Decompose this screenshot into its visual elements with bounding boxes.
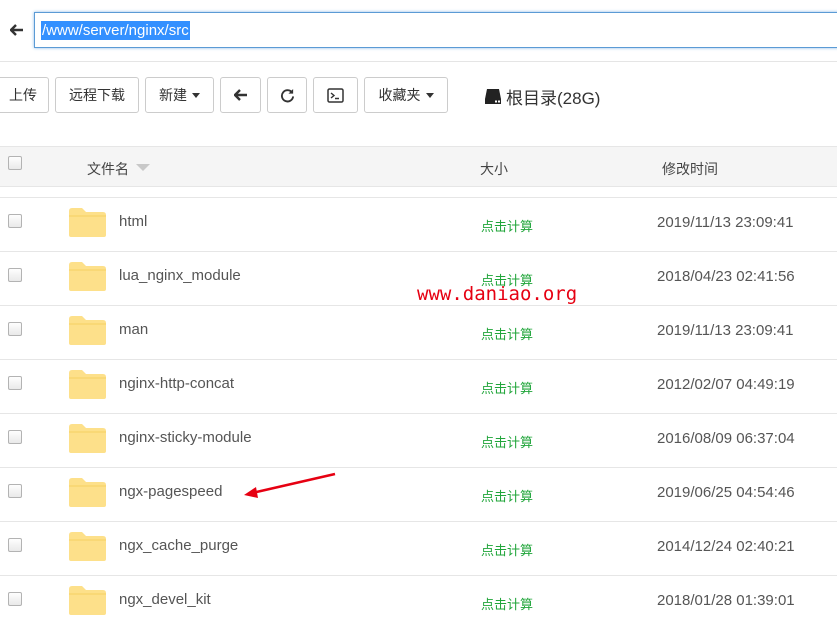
back-button[interactable] [220, 77, 261, 113]
table-row[interactable]: html 点击计算 2019/11/13 23:09:41 [0, 198, 837, 252]
path-back-button[interactable] [0, 12, 33, 48]
table-row[interactable]: nginx-sticky-module 点击计算 2016/08/09 06:37:… [0, 414, 837, 468]
modified-time: 2019/11/13 23:09:41 [657, 214, 794, 231]
row-checkbox[interactable] [8, 538, 22, 552]
path-input[interactable]: /www/server/nginx/src [34, 12, 837, 48]
column-header-size[interactable]: 大小 [480, 159, 508, 179]
calculate-size-link[interactable]: 点击计算 [481, 486, 533, 505]
folder-icon[interactable] [68, 476, 107, 508]
row-checkbox[interactable] [8, 484, 22, 498]
row-checkbox[interactable] [8, 430, 22, 444]
upload-label: 上传 [9, 87, 37, 103]
disk-selector[interactable]: 根目录(28G) [484, 84, 600, 109]
new-dropdown-button[interactable]: 新建 [145, 77, 214, 113]
refresh-button[interactable] [267, 77, 307, 113]
table-row[interactable]: man 点击计算 2019/11/13 23:09:41 [0, 306, 837, 360]
new-label: 新建 [159, 87, 187, 103]
folder-icon[interactable] [68, 422, 107, 454]
folder-icon[interactable] [68, 368, 107, 400]
remote-download-button[interactable]: 远程下载 [55, 77, 139, 113]
calculate-size-link[interactable]: 点击计算 [481, 324, 533, 343]
file-name[interactable]: lua_nginx_module [119, 267, 241, 284]
calculate-size-link[interactable]: 点击计算 [481, 378, 533, 397]
modified-time: 2019/11/13 23:09:41 [657, 322, 794, 339]
file-name[interactable]: ngx_cache_purge [119, 537, 238, 554]
file-name[interactable]: nginx-sticky-module [119, 429, 252, 446]
row-checkbox[interactable] [8, 268, 22, 282]
table-row[interactable]: ngx_cache_purge 点击计算 2014/12/24 02:40:21 [0, 522, 837, 576]
row-checkbox[interactable] [8, 592, 22, 606]
column-header-name[interactable]: 文件名 [87, 159, 150, 179]
favorites-label: 收藏夹 [378, 87, 421, 103]
modified-time: 2019/06/25 04:54:46 [657, 484, 795, 501]
header-spacer [0, 187, 837, 198]
arrow-left-icon [9, 24, 23, 36]
upload-button[interactable]: 上传 [0, 77, 49, 113]
row-checkbox[interactable] [8, 214, 22, 228]
modified-time: 2014/12/24 02:40:21 [657, 538, 795, 555]
path-bar: /www/server/nginx/src [0, 0, 837, 62]
calculate-size-link[interactable]: 点击计算 [481, 432, 533, 451]
column-header-modified[interactable]: 修改时间 [662, 159, 718, 179]
caret-down-icon [425, 92, 434, 98]
modified-time: 2012/02/07 04:49:19 [657, 376, 795, 393]
calculate-size-link[interactable]: 点击计算 [481, 216, 533, 235]
red-arrow-annotation [244, 472, 336, 498]
table-row[interactable]: ngx_devel_kit 点击计算 2018/01/28 01:39:01 [0, 576, 837, 628]
row-checkbox[interactable] [8, 322, 22, 336]
toolbar: 上传 远程下载 新建 收藏夹 根目录(28G) [0, 62, 837, 126]
folder-icon[interactable] [68, 206, 107, 238]
watermark: www.daniao.org [417, 283, 578, 305]
folder-icon[interactable] [68, 530, 107, 562]
arrow-left-icon [233, 89, 247, 101]
column-name-label: 文件名 [87, 161, 129, 177]
file-name[interactable]: ngx-pagespeed [119, 483, 222, 500]
modified-time: 2018/04/23 02:41:56 [657, 268, 795, 285]
file-name[interactable]: nginx-http-concat [119, 375, 234, 392]
select-all-checkbox[interactable] [8, 156, 22, 170]
folder-icon[interactable] [68, 260, 107, 292]
terminal-icon [327, 87, 344, 103]
terminal-button[interactable] [313, 77, 358, 113]
folder-icon[interactable] [68, 584, 107, 616]
table-row[interactable]: ngx-pagespeed 点击计算 2019/06/25 04:54:46 [0, 468, 837, 522]
remote-download-label: 远程下载 [69, 87, 125, 103]
calculate-size-link[interactable]: 点击计算 [481, 540, 533, 559]
caret-down-icon [192, 92, 200, 98]
hard-drive-icon [485, 89, 501, 104]
file-name[interactable]: man [119, 321, 148, 338]
calculate-size-link[interactable]: 点击计算 [481, 594, 533, 613]
folder-icon[interactable] [68, 314, 107, 346]
row-checkbox[interactable] [8, 376, 22, 390]
table-header: 文件名 大小 修改时间 [0, 146, 837, 187]
file-name[interactable]: html [119, 213, 147, 230]
file-name[interactable]: ngx_devel_kit [119, 591, 211, 608]
disk-label: 根目录(28G) [506, 89, 601, 108]
table-row[interactable]: nginx-http-concat 点击计算 2012/02/07 04:49:19 [0, 360, 837, 414]
path-text[interactable]: /www/server/nginx/src [41, 21, 190, 40]
favorites-dropdown-button[interactable]: 收藏夹 [364, 77, 448, 113]
modified-time: 2016/08/09 06:37:04 [657, 430, 795, 447]
refresh-icon [280, 88, 294, 102]
modified-time: 2018/01/28 01:39:01 [657, 592, 795, 609]
sort-caret-icon [136, 164, 150, 171]
